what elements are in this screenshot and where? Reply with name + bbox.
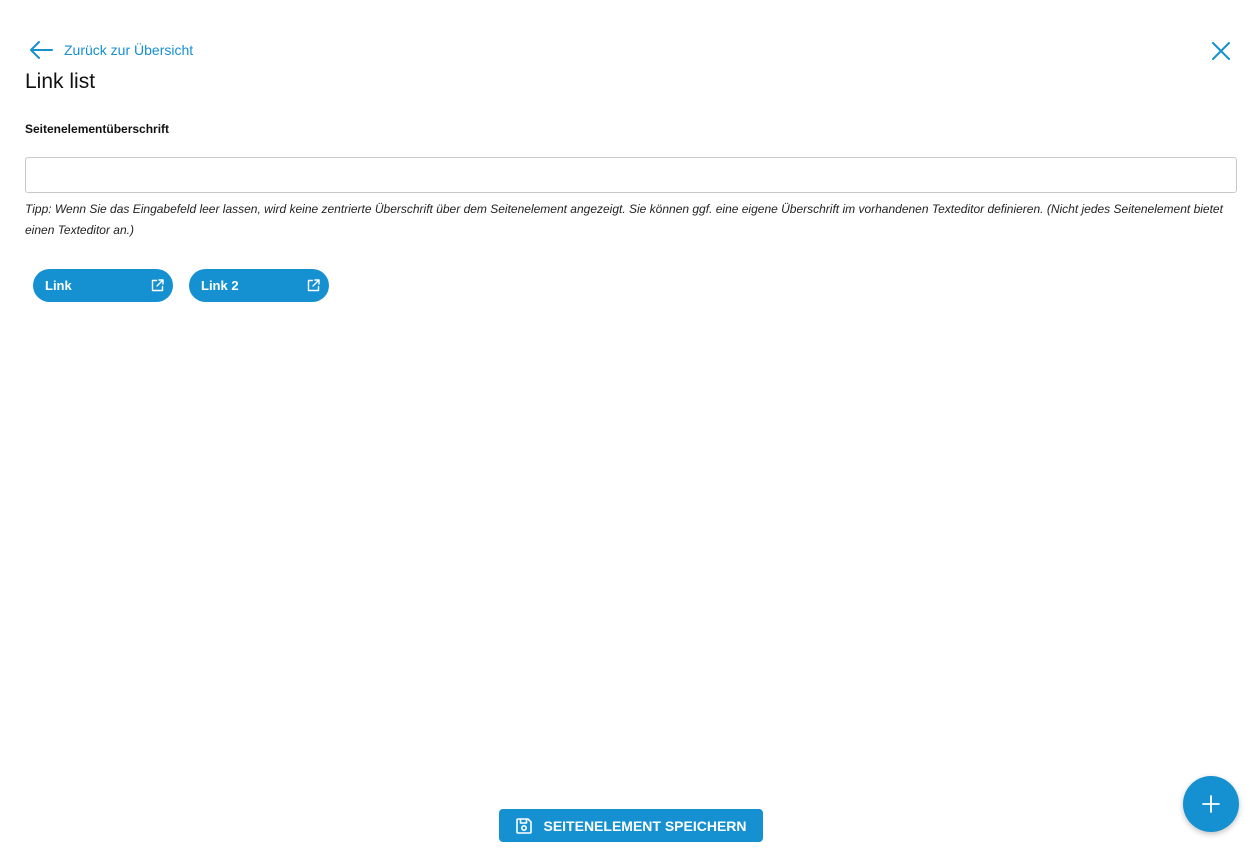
close-button[interactable] [1212,42,1230,60]
heading-field-label: Seitenelementüberschrift [25,122,170,136]
heading-input[interactable] [25,157,1237,193]
link-item-2[interactable]: Link 2 [189,269,329,302]
save-button-label: SEITENELEMENT SPEICHERN [543,817,747,834]
add-link-button[interactable] [1183,776,1239,832]
save-icon [515,817,533,835]
back-to-overview-link[interactable]: Zurück zur Übersicht [29,40,193,60]
link-item-1[interactable]: Link [33,269,173,302]
link-item-label: Link [45,278,72,293]
link-list: Link Link 2 [33,269,329,302]
page-title: Link list [25,70,96,93]
external-link-icon [151,279,164,292]
save-page-element-button[interactable]: SEITENELEMENT SPEICHERN [499,809,763,842]
plus-icon [1201,794,1221,814]
back-link-label: Zurück zur Übersicht [64,42,194,58]
link-item-label: Link 2 [201,278,239,293]
arrow-left-icon [29,40,53,60]
close-icon [1212,42,1230,60]
heading-hint-text: Tipp: Wenn Sie das Eingabefeld leer lass… [25,202,1223,237]
external-link-icon [307,279,320,292]
link-list-editor: Zurück zur Übersicht Link list Seitenele… [0,0,1250,855]
